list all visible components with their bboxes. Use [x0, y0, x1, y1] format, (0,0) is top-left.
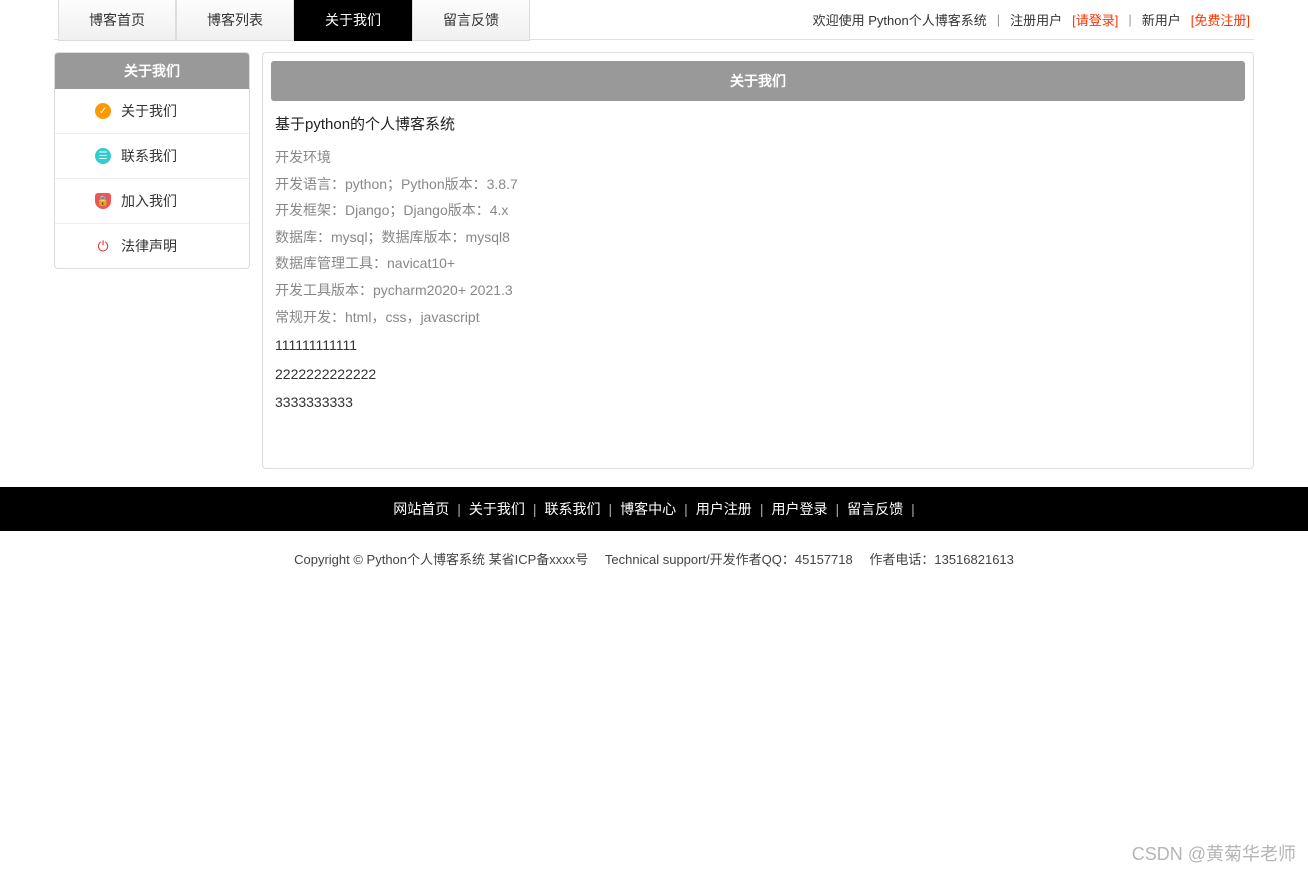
sidebar-item-join[interactable]: 🔒 加入我们: [55, 179, 249, 224]
separator: |: [760, 501, 764, 517]
content-body: 基于python的个人博客系统 开发环境 开发语言：python；Python版…: [271, 101, 1245, 428]
content-line: 开发框架：Django；Django版本：4.x: [275, 197, 1241, 224]
welcome-text: 欢迎使用 Python个人博客系统: [813, 10, 987, 29]
tab-list[interactable]: 博客列表: [176, 0, 294, 41]
separator: |: [1128, 12, 1131, 27]
sidebar-item-label: 关于我们: [121, 101, 177, 121]
separator: |: [533, 501, 537, 517]
content-extra: 111111111111: [275, 332, 1241, 359]
footer-dark: 网站首页 | 关于我们 | 联系我们 | 博客中心 | 用户注册 | 用户登录 | 留言反馈…: [0, 487, 1308, 531]
lock-icon: 🔒: [95, 193, 111, 209]
sidebar-title: 关于我们: [55, 53, 249, 89]
content-extra: 2222222222222: [275, 361, 1241, 388]
sidebar-item-about[interactable]: ✓ 关于我们: [55, 89, 249, 134]
sidebar-item-label: 联系我们: [121, 146, 177, 166]
sidebar: 关于我们 ✓ 关于我们 ☰ 联系我们 🔒 加入我们 ⏻ 法律声明: [54, 52, 250, 269]
content-line: 开发语言：python；Python版本：3.8.7: [275, 171, 1241, 198]
sidebar-item-label: 加入我们: [121, 191, 177, 211]
separator: |: [997, 12, 1000, 27]
new-user-label: 新用户: [1142, 10, 1181, 29]
sidebar-item-contact[interactable]: ☰ 联系我们: [55, 134, 249, 179]
content-panel: 关于我们 基于python的个人博客系统 开发环境 开发语言：python；Py…: [262, 52, 1254, 469]
tab-home[interactable]: 博客首页: [58, 0, 176, 41]
footer-link-feedback[interactable]: 留言反馈: [847, 499, 903, 519]
separator: |: [911, 501, 915, 517]
content-line: 数据库管理工具：navicat10+: [275, 250, 1241, 277]
register-link[interactable]: [免费注册]: [1191, 10, 1250, 29]
separator: |: [684, 501, 688, 517]
footer-link-register[interactable]: 用户注册: [696, 499, 752, 519]
content-extra: 3333333333: [275, 389, 1241, 416]
separator: |: [457, 501, 461, 517]
separator: |: [609, 501, 613, 517]
content-header: 关于我们: [271, 61, 1245, 101]
sidebar-item-legal[interactable]: ⏻ 法律声明: [55, 224, 249, 268]
footer-link-blog[interactable]: 博客中心: [620, 499, 676, 519]
content-line: 常规开发：html，css，javascript: [275, 304, 1241, 331]
nav-tabs: 博客首页 博客列表 关于我们 留言反馈: [58, 0, 530, 41]
content-line: 开发环境: [275, 144, 1241, 171]
power-icon: ⏻: [95, 238, 111, 254]
sidebar-item-label: 法律声明: [121, 236, 177, 256]
login-link[interactable]: [请登录]: [1072, 10, 1118, 29]
footer-link-contact[interactable]: 联系我们: [545, 499, 601, 519]
content-line: 开发工具版本：pycharm2020+ 2021.3: [275, 277, 1241, 304]
footer-link-home[interactable]: 网站首页: [393, 499, 449, 519]
top-right: 欢迎使用 Python个人博客系统 | 注册用户 [请登录] | 新用户 [免费…: [813, 10, 1250, 29]
footer-link-login[interactable]: 用户登录: [771, 499, 827, 519]
top-nav: 博客首页 博客列表 关于我们 留言反馈 欢迎使用 Python个人博客系统 | …: [54, 0, 1254, 40]
tab-about[interactable]: 关于我们: [294, 0, 412, 41]
contact-icon: ☰: [95, 148, 111, 164]
content-title: 基于python的个人博客系统: [275, 113, 1241, 134]
footer-link-about[interactable]: 关于我们: [469, 499, 525, 519]
watermark: CSDN @黄菊华老师: [1132, 840, 1296, 866]
reg-user-label: 注册用户: [1010, 10, 1062, 29]
footer-copyright: Copyright © Python个人博客系统 某省ICP备xxxx号 Tec…: [0, 531, 1308, 586]
about-icon: ✓: [95, 103, 111, 119]
tab-feedback[interactable]: 留言反馈: [412, 0, 530, 41]
footer-links: 网站首页 | 关于我们 | 联系我们 | 博客中心 | 用户注册 | 用户登录 | 留言反馈…: [0, 487, 1308, 531]
separator: |: [835, 501, 839, 517]
content-line: 数据库：mysql；数据库版本：mysql8: [275, 224, 1241, 251]
